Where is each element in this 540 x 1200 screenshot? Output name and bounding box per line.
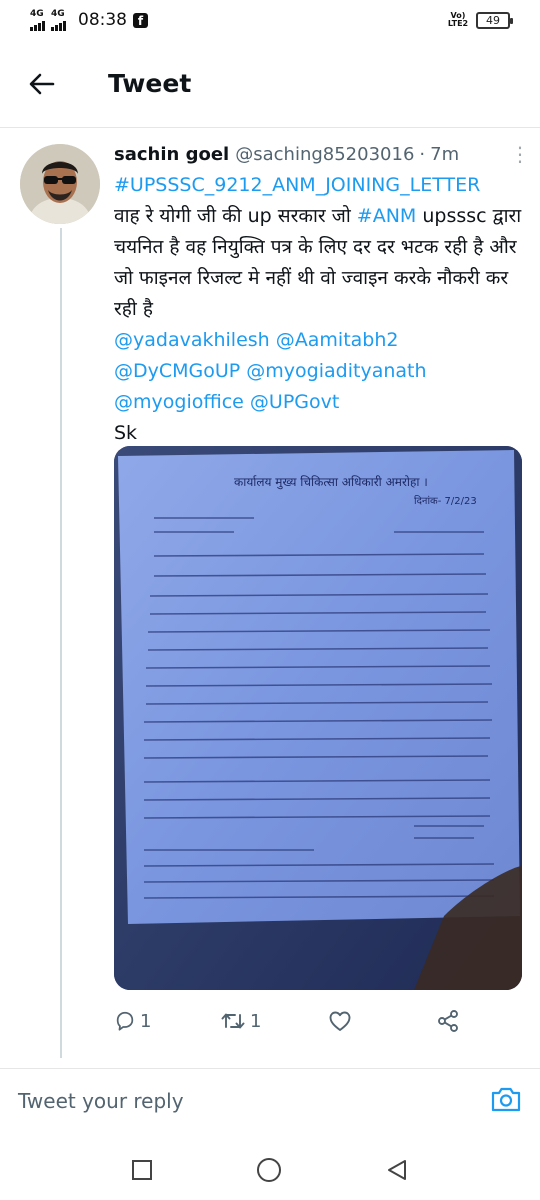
status-time: 08:38 — [78, 10, 127, 30]
tweet-photo[interactable]: कार्यालय मुख्य चिकित्सा अधिकारी अमरोहा ।… — [114, 446, 522, 990]
hashtag-link[interactable]: #UPSSSC_9212_ANM_JOINING_LETTER — [114, 174, 480, 196]
document-date: दिनांक- 7/2/23 — [414, 495, 477, 507]
page-title: Tweet — [108, 69, 192, 98]
camera-button[interactable] — [490, 1085, 522, 1117]
mention-link[interactable]: @DyCMGoUP — [114, 360, 240, 382]
retweet-button[interactable]: 1 — [220, 1010, 328, 1032]
retweet-icon — [221, 1013, 245, 1029]
reply-icon — [116, 1011, 134, 1031]
tweet-body: sachin goel @saching85203016 · 7m ⋮ #UPS… — [114, 140, 530, 449]
mention-link[interactable]: @UPGovt — [250, 391, 339, 413]
tweet-text-part: वाह रे योगी जी की up सरकार जो — [114, 205, 357, 227]
heart-icon — [329, 1011, 351, 1031]
author-name[interactable]: sachin goel — [114, 144, 229, 165]
avatar[interactable] — [20, 144, 100, 224]
reply-input[interactable]: Tweet your reply — [18, 1089, 184, 1113]
share-icon — [438, 1010, 458, 1032]
mention-link[interactable]: @Aamitabh2 — [276, 329, 399, 351]
facebook-icon: f — [133, 12, 148, 28]
mention-link[interactable]: @yadavakhilesh — [114, 329, 270, 351]
status-bar: 4G 4G 08:38 f Vo) LTE2 49 — [0, 0, 540, 40]
volte-indicator: Vo) LTE2 — [447, 11, 469, 28]
back-nav-icon[interactable] — [385, 1158, 409, 1182]
tweet-signoff: Sk — [114, 422, 138, 444]
author-handle[interactable]: @saching85203016 — [235, 144, 414, 165]
hashtag-link[interactable]: #ANM — [357, 205, 417, 227]
mention-link[interactable]: @myogiadityanath — [246, 360, 426, 382]
share-button[interactable] — [436, 1009, 460, 1033]
screen: 4G 4G 08:38 f Vo) LTE2 49 Tweet sachin g… — [0, 0, 540, 1200]
avatar-image — [20, 144, 100, 224]
tweet-actions: 1 1 — [114, 1004, 524, 1038]
reply-bar: Tweet your reply — [0, 1070, 540, 1132]
system-nav-bar — [0, 1140, 540, 1200]
tweet-time: 7m — [430, 143, 460, 165]
more-options-icon[interactable]: ⋮ — [510, 144, 530, 164]
retweet-count: 1 — [250, 1010, 262, 1032]
battery-icon: 49 — [476, 11, 513, 29]
arrow-left-icon — [29, 73, 55, 94]
like-button[interactable] — [328, 1010, 436, 1032]
mention-link[interactable]: @myogioffice — [114, 391, 244, 413]
document-heading: कार्यालय मुख्य चिकित्सा अधिकारी अमरोहा । — [234, 475, 428, 490]
back-button[interactable] — [0, 40, 84, 128]
divider — [0, 1068, 540, 1069]
tweet-text: #UPSSSC_9212_ANM_JOINING_LETTER वाह रे य… — [114, 170, 524, 449]
signal-icon: 4G — [51, 9, 66, 31]
document-photo: कार्यालय मुख्य चिकित्सा अधिकारी अमरोहा ।… — [114, 446, 522, 990]
camera-icon — [491, 1087, 521, 1112]
reply-count: 1 — [140, 1010, 152, 1032]
recents-icon[interactable] — [131, 1159, 153, 1181]
signal-icon: 4G — [30, 9, 45, 31]
thread-line — [60, 228, 62, 1058]
separator: · — [419, 143, 426, 165]
header: Tweet — [0, 40, 540, 128]
tweet-header: sachin goel @saching85203016 · 7m ⋮ — [114, 140, 530, 168]
reply-button[interactable]: 1 — [114, 1010, 220, 1032]
home-icon[interactable] — [256, 1157, 282, 1183]
